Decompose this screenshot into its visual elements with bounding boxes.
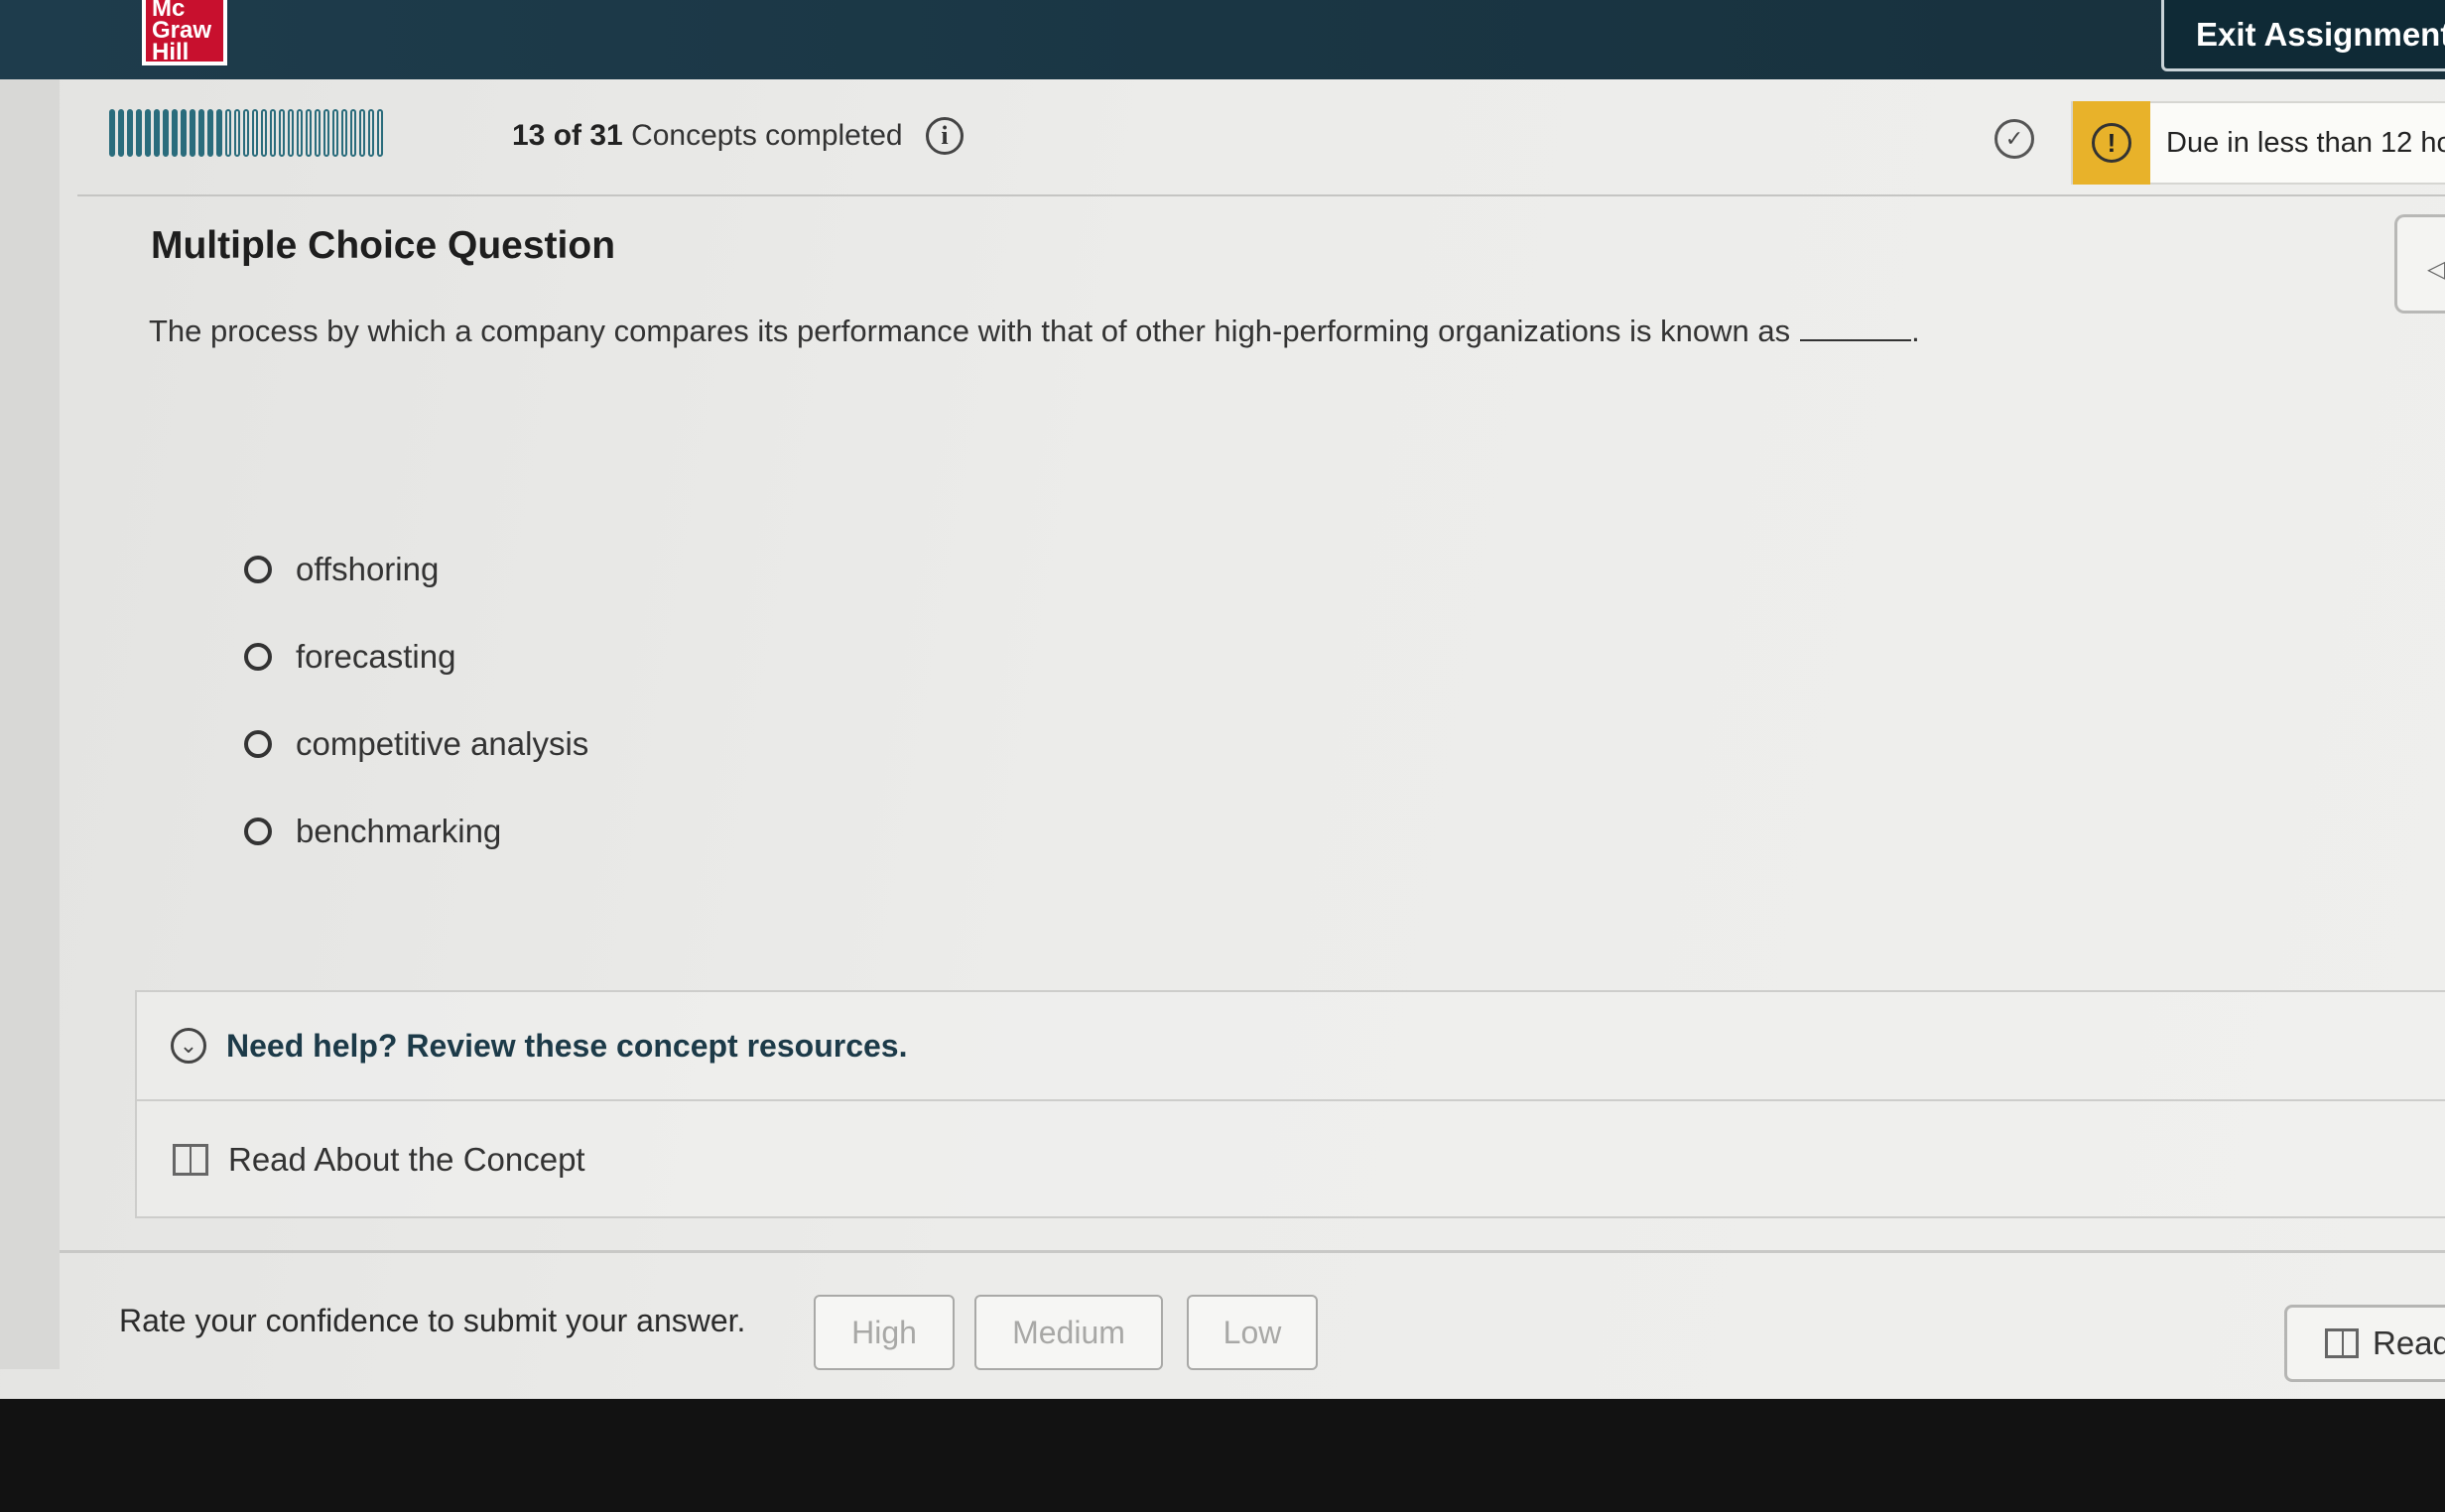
progress-tick-complete: [207, 109, 213, 157]
confidence-medium-button[interactable]: Medium: [974, 1295, 1163, 1370]
progress-tick-incomplete: [377, 109, 383, 157]
question-heading: Multiple Choice Question: [151, 224, 616, 267]
help-panel: ⌄ Need help? Review these concept resour…: [135, 990, 2445, 1218]
top-bar: Mc Graw Hill Exit Assignment: [0, 0, 2445, 81]
due-text: Due in less than 12 hou: [2166, 126, 2445, 159]
question-prompt: The process by which a company compares …: [149, 314, 1920, 349]
main-content: 13 of 31 Concepts completed i ✓ ! Due in…: [60, 79, 2445, 1399]
confidence-prompt: Rate your confidence to submit your answ…: [119, 1303, 746, 1338]
progress-tick-incomplete: [315, 109, 321, 157]
progress-suffix: Concepts completed: [631, 119, 903, 152]
answer-blank: [1800, 339, 1912, 341]
progress-tick-complete: [181, 109, 187, 157]
left-margin: [0, 79, 60, 1369]
progress-tick-incomplete: [341, 109, 347, 157]
speaker-icon: ◁: [2427, 256, 2445, 283]
alert-icon: !: [2092, 123, 2131, 163]
help-title: Need help? Review these concept resource…: [226, 1027, 908, 1064]
help-link-label: Read About the Concept: [228, 1141, 585, 1178]
progress-tick-complete: [109, 109, 115, 157]
progress-count: 13 of 31: [512, 119, 623, 152]
radio-button[interactable]: [244, 730, 272, 758]
progress-bar: [109, 109, 383, 159]
progress-tick-incomplete: [225, 109, 231, 157]
read-button-label: Read: [2373, 1324, 2445, 1361]
check-circle-icon[interactable]: ✓: [1995, 119, 2034, 159]
progress-tick-complete: [154, 109, 160, 157]
progress-tick-incomplete: [270, 109, 276, 157]
device-bezel: [0, 1399, 2445, 1512]
progress-tick-complete: [118, 109, 124, 157]
help-toggle[interactable]: ⌄ Need help? Review these concept resour…: [137, 992, 2445, 1101]
mcgraw-hill-logo: Mc Graw Hill: [142, 0, 227, 65]
progress-tick-incomplete: [297, 109, 303, 157]
option-forecasting[interactable]: forecasting: [244, 613, 588, 700]
book-icon: [173, 1144, 208, 1176]
progress-tick-complete: [145, 109, 151, 157]
option-benchmarking[interactable]: benchmarking: [244, 788, 588, 875]
progress-tick-incomplete: [368, 109, 374, 157]
progress-tick-incomplete: [359, 109, 365, 157]
due-date-badge: ! Due in less than 12 hou: [2071, 101, 2445, 185]
progress-tick-incomplete: [261, 109, 267, 157]
progress-tick-complete: [190, 109, 195, 157]
progress-tick-complete: [136, 109, 142, 157]
progress-tick-incomplete: [234, 109, 240, 157]
progress-tick-incomplete: [288, 109, 294, 157]
option-label: benchmarking: [296, 813, 502, 849]
progress-tick-incomplete: [306, 109, 312, 157]
progress-tick-incomplete: [323, 109, 329, 157]
exit-assignment-button[interactable]: Exit Assignment: [2161, 0, 2445, 71]
progress-tick-complete: [163, 109, 169, 157]
option-label: competitive analysis: [296, 725, 589, 762]
progress-tick-incomplete: [350, 109, 356, 157]
option-offshoring[interactable]: offshoring: [244, 526, 588, 613]
confidence-row: Rate your confidence to submit your answ…: [60, 1250, 2445, 1382]
alert-badge: !: [2073, 101, 2150, 185]
answer-options: offshoring forecasting competitive analy…: [244, 526, 588, 875]
progress-tick-complete: [216, 109, 222, 157]
progress-tick-complete: [172, 109, 178, 157]
progress-text: 13 of 31 Concepts completed: [512, 119, 903, 153]
progress-header: 13 of 31 Concepts completed i ✓ ! Due in…: [77, 79, 2445, 196]
progress-tick-incomplete: [243, 109, 249, 157]
radio-button[interactable]: [244, 643, 272, 671]
progress-tick-incomplete: [279, 109, 285, 157]
progress-tick-complete: [127, 109, 133, 157]
chevron-down-icon: ⌄: [171, 1028, 206, 1064]
progress-tick-incomplete: [252, 109, 258, 157]
question-prompt-text: The process by which a company compares …: [149, 314, 1791, 348]
read-button[interactable]: Read: [2284, 1305, 2445, 1382]
progress-tick-complete: [198, 109, 204, 157]
read-about-concept-link[interactable]: Read About the Concept: [137, 1101, 2445, 1218]
side-panel-tab[interactable]: ◁: [2394, 214, 2445, 314]
radio-button[interactable]: [244, 556, 272, 583]
progress-tick-incomplete: [332, 109, 338, 157]
book-icon: [2325, 1328, 2359, 1358]
confidence-low-button[interactable]: Low: [1187, 1295, 1318, 1370]
info-icon[interactable]: i: [926, 117, 964, 155]
radio-button[interactable]: [244, 818, 272, 845]
question-prompt-end: .: [1911, 314, 1920, 348]
option-competitive-analysis[interactable]: competitive analysis: [244, 700, 588, 788]
option-label: forecasting: [296, 638, 456, 675]
option-label: offshoring: [296, 551, 440, 587]
confidence-high-button[interactable]: High: [814, 1295, 955, 1370]
